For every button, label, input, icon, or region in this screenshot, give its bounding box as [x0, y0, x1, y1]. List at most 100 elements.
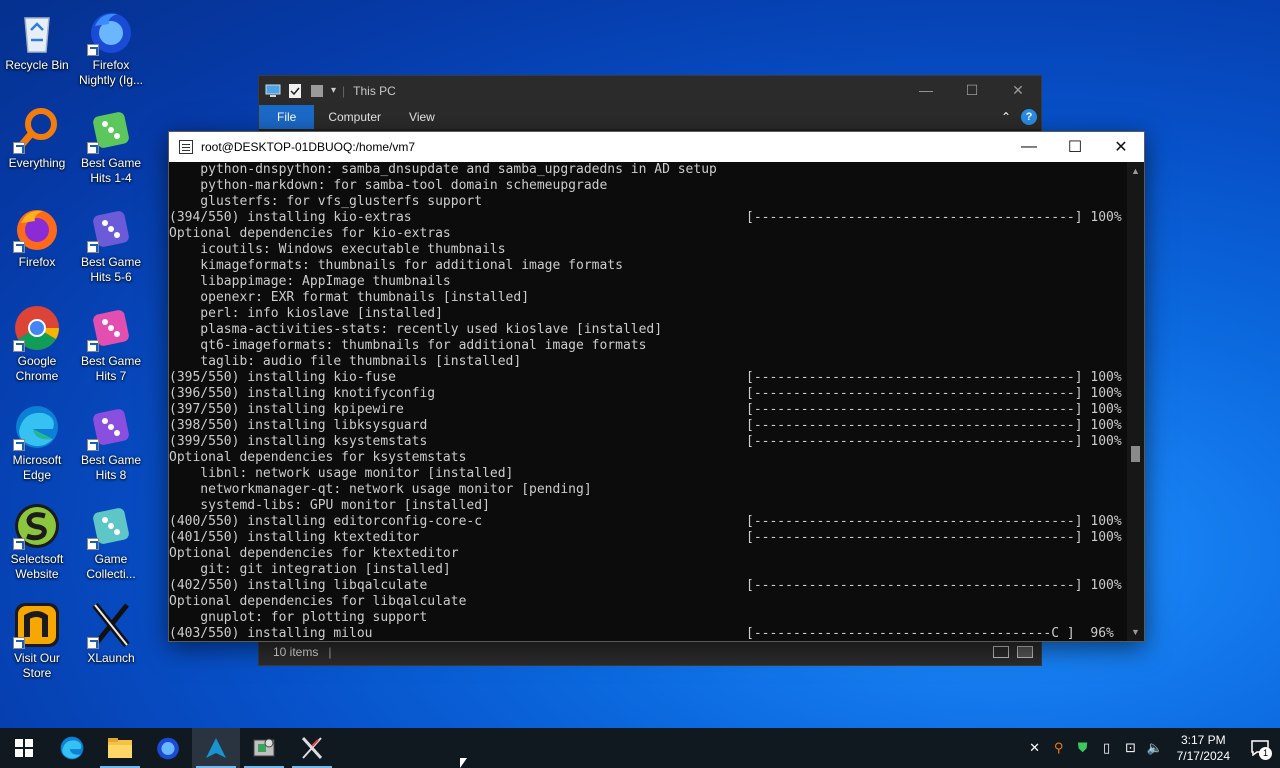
terminal-line: (397/550) installing kpipewire [---------… — [169, 402, 1127, 418]
help-icon[interactable]: ? — [1021, 109, 1037, 125]
tab-file[interactable]: File — [259, 105, 315, 129]
desktop-icon-recycle-bin[interactable]: Recycle Bin — [0, 8, 74, 73]
scroll-down-icon[interactable]: ▼ — [1127, 625, 1144, 639]
terminal-line-text: python-dnspython: samba_dnsupdate and sa… — [169, 162, 717, 177]
maximize-icon[interactable]: ☐ — [949, 82, 995, 99]
desktop-icon-visit-our-store[interactable]: Visit Our Store — [0, 601, 74, 681]
dice-icon — [87, 106, 135, 154]
desktop-icon-everything[interactable]: Everything — [0, 106, 74, 171]
security-shield-icon[interactable]: ⛊ — [1071, 728, 1095, 768]
quick-access-dropdown-icon[interactable]: ▾ — [331, 85, 336, 96]
terminal-window[interactable]: root@DESKTOP-01DBUOQ:/home/vm7 — ☐ ✕ pyt… — [168, 131, 1145, 642]
minimize-icon[interactable]: — — [903, 82, 949, 99]
everything-tray-icon[interactable]: ⚲ — [1047, 728, 1071, 768]
desktop-icon-selectsoft[interactable]: Selectsoft Website — [0, 502, 74, 582]
terminal-line-text: Optional dependencies for libqalculate — [169, 594, 467, 609]
progress-bar-text: [--------------------------------------C… — [746, 626, 1114, 641]
terminal-line-text: libappimage: AppImage thumbnails — [169, 274, 451, 289]
progress-bar-text: [---------------------------------------… — [746, 210, 1122, 225]
terminal-line: Optional dependencies for kio-extras — [169, 226, 1127, 242]
tab-view[interactable]: View — [395, 105, 449, 129]
desktop-icon-label: Recycle Bin — [5, 58, 69, 72]
taskbar-xlaunch[interactable] — [288, 728, 336, 768]
taskbar: ✕ ⚲ ⛊ ▯ ⊡ 🔈 3:17 PM 7/17/2024 1 — [0, 728, 1280, 768]
arch-terminal-icon — [206, 738, 226, 758]
edge-icon — [60, 736, 84, 760]
dice-icon — [87, 403, 135, 451]
close-icon[interactable]: ✕ — [995, 82, 1041, 99]
close-icon[interactable]: ✕ — [1098, 132, 1144, 162]
network-icon[interactable]: ⊡ — [1119, 728, 1143, 768]
desktop-icon-best-game-hits-8[interactable]: Best Game Hits 8 — [74, 403, 148, 483]
desktop-icon-google-chrome[interactable]: Google Chrome — [0, 304, 74, 384]
desktop-icon-best-game-hits-7[interactable]: Best Game Hits 7 — [74, 304, 148, 384]
terminal-output[interactable]: python-dnspython: samba_dnsupdate and sa… — [169, 162, 1127, 641]
collapse-ribbon-icon[interactable]: ⌃ — [1001, 110, 1011, 124]
terminal-line-text: (400/550) installing editorconfig-core-c — [169, 514, 483, 529]
maximize-icon[interactable]: ☐ — [1052, 132, 1098, 162]
tab-computer[interactable]: Computer — [314, 105, 395, 129]
terminal-line-text: (397/550) installing kpipewire — [169, 402, 404, 417]
terminal-line: (402/550) installing libqalculate [------… — [169, 578, 1127, 594]
terminal-line: (398/550) installing libksysguard [------… — [169, 418, 1127, 434]
progress-bar-text: [---------------------------------------… — [746, 530, 1122, 545]
scrollbar-thumb[interactable] — [1131, 446, 1140, 462]
mouse-cursor-icon — [460, 758, 467, 768]
properties-icon[interactable] — [287, 83, 303, 98]
terminal-line-text: git: git integration [installed] — [169, 562, 451, 577]
desktop-icon-best-game-hits-5-6[interactable]: Best Game Hits 5-6 — [74, 205, 148, 285]
desktop-icon-label: XLaunch — [87, 651, 135, 665]
desktop-icon-xlaunch[interactable]: XLaunch — [74, 601, 148, 666]
taskbar-clock[interactable]: 3:17 PM 7/17/2024 — [1167, 732, 1240, 764]
terminal-line: openexr: EXR format thumbnails [installe… — [169, 290, 1127, 306]
terminal-line: python-markdown: for samba-tool domain s… — [169, 178, 1127, 194]
usb-device-icon[interactable]: ▯ — [1095, 728, 1119, 768]
terminal-line-text: Optional dependencies for ksystemstats — [169, 450, 467, 465]
firefox-icon — [13, 205, 61, 253]
terminal-line: (396/550) installing knotifyconfig [-----… — [169, 386, 1127, 402]
terminal-line: taglib: audio file thumbnails [installed… — [169, 354, 1127, 370]
desktop-icon-game-collection[interactable]: Game Collecti... — [74, 502, 148, 582]
terminal-line: (400/550) installing editorconfig-core-c… — [169, 514, 1127, 530]
desktop-icon-label: Game Collecti... — [86, 552, 136, 581]
desktop-icon-firefox-nightly[interactable]: Firefox Nightly (Ig... — [74, 8, 148, 88]
terminal-line: Optional dependencies for libqalculate — [169, 594, 1127, 610]
desktop-icon-microsoft-edge[interactable]: Microsoft Edge — [0, 403, 74, 483]
terminal-line-text: (395/550) installing kio-fuse — [169, 370, 396, 385]
taskbar-app-installer[interactable] — [240, 728, 288, 768]
divider: | — [342, 83, 346, 98]
terminal-line: libappimage: AppImage thumbnails — [169, 274, 1127, 290]
app-installer-icon — [253, 738, 275, 757]
notification-center-button[interactable]: 1 — [1240, 728, 1280, 768]
notification-badge: 1 — [1259, 747, 1272, 760]
terminal-line: Optional dependencies for ktexteditor — [169, 546, 1127, 562]
desktop-icon-label: Best Game Hits 7 — [80, 354, 142, 383]
large-icons-view-icon[interactable] — [1017, 646, 1033, 658]
xlaunch-icon — [301, 736, 323, 760]
scroll-up-icon[interactable]: ▲ — [1127, 164, 1144, 178]
volume-muted-icon[interactable]: 🔈 — [1143, 728, 1167, 768]
taskbar-edge[interactable] — [48, 728, 96, 768]
new-folder-icon[interactable] — [309, 84, 325, 98]
terminal-line: (401/550) installing ktexteditor [-------… — [169, 530, 1127, 546]
taskbar-firefox[interactable] — [144, 728, 192, 768]
start-button[interactable] — [0, 728, 48, 768]
terminal-titlebar[interactable]: root@DESKTOP-01DBUOQ:/home/vm7 — ☐ ✕ — [169, 132, 1144, 162]
terminal-scrollbar[interactable]: ▲ ▼ — [1127, 162, 1144, 641]
shortcut-arrow-icon — [13, 439, 25, 451]
chrome-icon — [13, 304, 61, 352]
terminal-line: (394/550) installing kio-extras [--------… — [169, 210, 1127, 226]
xlaunch-icon — [87, 601, 135, 649]
terminal-line-text: Optional dependencies for kio-extras — [169, 226, 451, 241]
desktop-icon-firefox[interactable]: Firefox — [0, 205, 74, 270]
shortcut-arrow-icon — [13, 637, 25, 649]
system-tray: ✕ ⚲ ⛊ ▯ ⊡ 🔈 3:17 PM 7/17/2024 1 — [1023, 728, 1280, 768]
xlaunch-tray-icon[interactable]: ✕ — [1023, 728, 1047, 768]
taskbar-arch-terminal[interactable] — [192, 728, 240, 768]
taskbar-file-explorer[interactable] — [96, 728, 144, 768]
explorer-titlebar[interactable]: ▾ | This PC — ☐ ✕ — [259, 76, 1041, 105]
details-view-icon[interactable] — [993, 646, 1009, 658]
terminal-line-text: gnuplot: for plotting support — [169, 610, 428, 625]
desktop-icon-best-game-hits-1-4[interactable]: Best Game Hits 1-4 — [74, 106, 148, 186]
minimize-icon[interactable]: — — [1006, 132, 1052, 162]
